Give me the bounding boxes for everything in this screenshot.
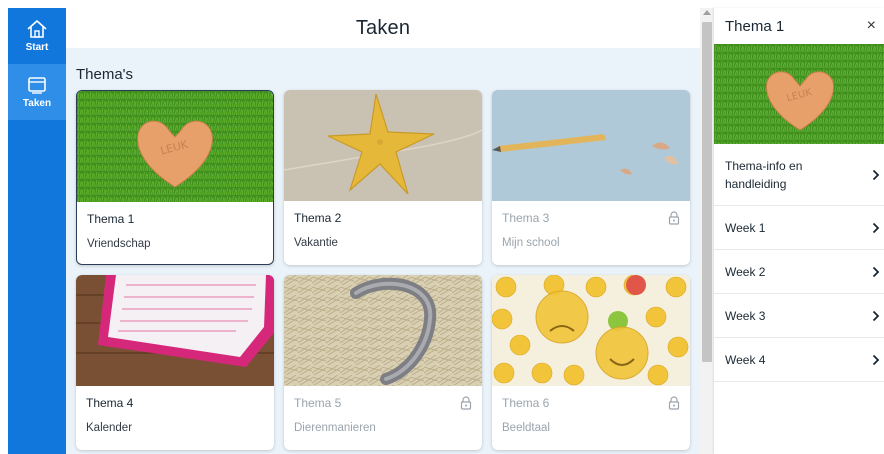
scroll-thumb[interactable] — [702, 22, 712, 362]
page-title: Taken — [355, 16, 411, 39]
panel-item-label: Week 1 — [725, 220, 766, 235]
main-header: Taken — [66, 8, 700, 48]
nav-label-taken: Taken — [22, 98, 52, 109]
chevron-right-icon — [872, 310, 880, 321]
card-title: Thema 1 — [87, 212, 135, 226]
panel-item-label: Week 4 — [725, 352, 766, 367]
panel-item-week-3[interactable]: Week 3 — [714, 294, 884, 338]
emoji-faces-image — [492, 275, 690, 386]
app: Start Taken Taken Thema's LEUK Thema 1 V… — [0, 0, 884, 454]
card-body: Thema 6 Beeldtaal — [492, 386, 690, 434]
panel-item-week-4[interactable]: Week 4 — [714, 338, 884, 382]
nav-label-start: Start — [25, 42, 49, 53]
card-body: Thema 5 Dierenmanieren — [284, 386, 482, 434]
home-icon — [27, 20, 47, 38]
lock-icon — [668, 396, 680, 410]
section-title: Thema's — [76, 66, 134, 83]
scroll-up-arrow[interactable] — [703, 10, 711, 15]
horseshoe-on-straw-image — [284, 275, 482, 386]
card-body: Thema 1 Vriendschap — [77, 202, 273, 250]
panel-item-label: Week 2 — [725, 264, 766, 279]
card-subtitle: Vriendschap — [87, 238, 151, 250]
theme-card-3[interactable]: Thema 3 Mijn school — [492, 90, 690, 265]
card-title: Thema 5 — [294, 396, 342, 410]
main-content: Taken Thema's LEUK Thema 1 Vriendschap T… — [66, 8, 700, 454]
card-subtitle: Kalender — [86, 422, 133, 434]
heart-on-grass-image: LEUK — [77, 91, 273, 202]
main-scrollbar[interactable] — [700, 8, 714, 454]
starfish-on-sand-image — [284, 90, 482, 201]
theme-detail-panel: Thema 1 × LEUK Thema-info en handleiding… — [714, 8, 884, 454]
side-nav: Start Taken — [8, 8, 66, 454]
card-body: Thema 4 Kalender — [76, 386, 274, 434]
calendar-on-wood-image — [76, 275, 274, 386]
card-title: Thema 3 — [502, 211, 550, 225]
theme-card-2[interactable]: Thema 2 Vakantie — [284, 90, 482, 265]
nav-item-taken[interactable]: Taken — [8, 64, 66, 120]
chevron-right-icon — [872, 266, 880, 277]
card-subtitle: Dierenmanieren — [294, 422, 376, 434]
panel-header: Thema 1 × — [714, 8, 884, 44]
card-subtitle: Vakantie — [294, 237, 338, 249]
theme-card-6[interactable]: Thema 6 Beeldtaal — [492, 275, 690, 450]
chevron-right-icon — [872, 169, 880, 180]
theme-card-5[interactable]: Thema 5 Dierenmanieren — [284, 275, 482, 450]
panel-item-label: Week 3 — [725, 308, 766, 323]
card-title: Thema 4 — [86, 396, 134, 410]
theme-card-4[interactable]: Thema 4 Kalender — [76, 275, 274, 450]
card-title: Thema 6 — [502, 396, 550, 410]
pencil-shavings-image — [492, 90, 690, 201]
panel-item-thema-info[interactable]: Thema-info en handleiding — [714, 144, 884, 206]
panel-item-week-2[interactable]: Week 2 — [714, 250, 884, 294]
panel-item-label: Thema-info en handleiding — [725, 158, 803, 191]
heart-on-grass-image: LEUK — [714, 44, 884, 144]
card-body: Thema 2 Vakantie — [284, 201, 482, 249]
window-icon — [28, 77, 46, 94]
chevron-right-icon — [872, 354, 880, 365]
close-icon[interactable]: × — [867, 18, 876, 34]
card-body: Thema 3 Mijn school — [492, 201, 690, 249]
panel-list: Thema-info en handleiding Week 1 Week 2 … — [714, 144, 884, 382]
lock-icon — [460, 396, 472, 410]
lock-icon — [668, 211, 680, 225]
card-title: Thema 2 — [294, 211, 342, 225]
card-subtitle: Mijn school — [502, 237, 560, 249]
panel-item-week-1[interactable]: Week 1 — [714, 206, 884, 250]
chevron-right-icon — [872, 222, 880, 233]
card-subtitle: Beeldtaal — [502, 422, 550, 434]
nav-item-start[interactable]: Start — [8, 8, 66, 64]
panel-title: Thema 1 — [725, 17, 785, 35]
theme-grid: LEUK Thema 1 Vriendschap Thema 2 Vakanti — [76, 90, 690, 450]
theme-card-1[interactable]: LEUK Thema 1 Vriendschap — [76, 90, 274, 265]
